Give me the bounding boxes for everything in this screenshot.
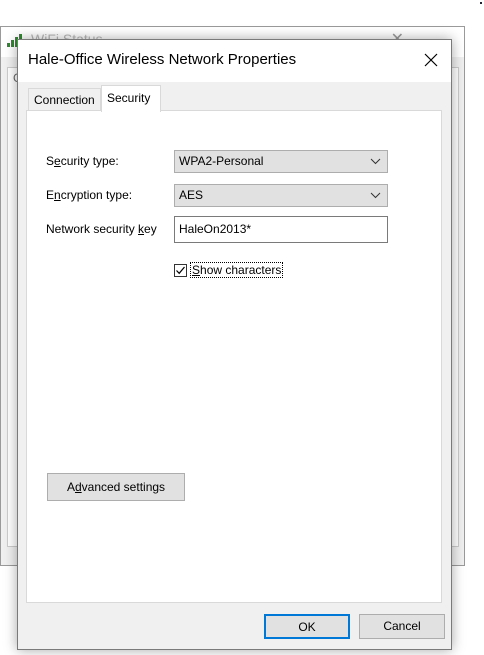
encryption-type-label: Encryption type: xyxy=(46,188,133,202)
security-type-label: Security type: xyxy=(46,154,119,168)
encryption-type-select[interactable]: AES xyxy=(174,184,388,207)
chevron-down-icon xyxy=(370,158,381,165)
wireless-properties-dialog: Hale-Office Wireless Network Properties … xyxy=(17,39,452,650)
ok-button[interactable]: OK xyxy=(264,614,350,639)
network-security-key-input[interactable]: HaleOn2013* xyxy=(174,216,388,243)
security-type-value: WPA2-Personal xyxy=(179,154,264,168)
dialog-titlebar: Hale-Office Wireless Network Properties xyxy=(18,40,451,82)
advanced-settings-button[interactable]: Advanced settings xyxy=(47,473,185,501)
stray-dot xyxy=(480,2,482,4)
network-security-key-label: Network security key xyxy=(46,222,157,236)
checkmark-icon xyxy=(176,266,185,274)
dialog-title: Hale-Office Wireless Network Properties xyxy=(28,51,297,68)
close-button[interactable] xyxy=(417,46,445,74)
encryption-type-value: AES xyxy=(179,188,204,202)
close-icon xyxy=(424,53,438,67)
chevron-down-icon xyxy=(370,192,381,199)
cancel-button[interactable]: Cancel xyxy=(359,614,445,639)
security-type-select[interactable]: WPA2-Personal xyxy=(174,150,388,173)
show-characters-checkbox[interactable] xyxy=(174,263,187,277)
tab-security[interactable]: Security xyxy=(101,85,161,112)
security-tab-panel: Security type: WPA2-Personal Encryption … xyxy=(26,110,442,603)
tab-connection[interactable]: Connection xyxy=(28,88,101,110)
show-characters-label: Show characters xyxy=(190,262,284,278)
show-characters-checkbox-row[interactable]: Show characters xyxy=(174,261,284,279)
